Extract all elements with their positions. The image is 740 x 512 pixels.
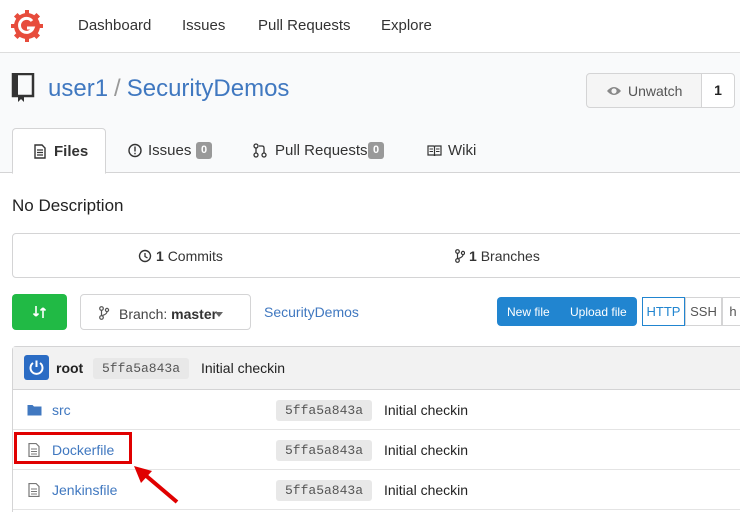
watch-count[interactable]: 1 (701, 73, 735, 108)
nav-explore[interactable]: Explore (381, 17, 432, 34)
breadcrumb-repo-link[interactable]: SecurityDemos (264, 304, 359, 320)
commits-count: 1 (156, 248, 164, 264)
repo-name-link[interactable]: SecurityDemos (127, 75, 290, 102)
repo-title-separator: / (114, 75, 121, 102)
issues-count-badge: 0 (196, 142, 212, 159)
branch-label: Branch: master (119, 306, 217, 322)
table-row: Jenkinsfile 5ffa5a843a Initial checkin (13, 470, 740, 510)
chevron-down-icon (215, 312, 223, 317)
pull-request-icon (253, 143, 267, 158)
tab-pull-requests[interactable]: Pull Requests 0 (244, 128, 394, 174)
file-name-link[interactable]: src (52, 402, 71, 418)
pull-requests-count-badge: 0 (368, 142, 384, 159)
repo-header: user1/SecurityDemos Unwatch 1 Files Issu… (0, 53, 740, 174)
unwatch-label: Unwatch (628, 83, 683, 99)
red-arrow-annotation (134, 466, 179, 504)
commit-message[interactable]: Initial checkin (384, 402, 468, 418)
commit-message[interactable]: Initial checkin (384, 482, 468, 498)
unwatch-button[interactable]: Unwatch (586, 73, 702, 108)
http-clone-button[interactable]: HTTP (642, 297, 685, 326)
table-row: src 5ffa5a843a Initial checkin (13, 390, 740, 430)
file-table: root 5ffa5a843a Initial checkin src 5ffa… (12, 346, 740, 512)
tab-wiki[interactable]: Wiki (418, 128, 488, 174)
commit-sha-button[interactable]: 5ffa5a843a (276, 440, 373, 461)
commits-stat-link[interactable]: 1 Commits (138, 248, 223, 264)
highlight-box (14, 432, 132, 464)
nav-dashboard[interactable]: Dashboard (78, 17, 151, 34)
avatar[interactable] (24, 355, 49, 380)
file-text-icon (34, 144, 46, 159)
file-text-icon (28, 483, 40, 497)
repo-owner-link[interactable]: user1 (48, 75, 108, 102)
repo-stats-bar: 1 Commits 1 Branches (12, 233, 740, 278)
latest-commit-header: root 5ffa5a843a Initial checkin (13, 347, 740, 390)
upload-file-button[interactable]: Upload file (570, 305, 627, 319)
tab-issues[interactable]: Issues 0 (118, 128, 218, 174)
file-name-link[interactable]: Jenkinsfile (52, 482, 117, 498)
ssh-clone-button[interactable]: SSH (685, 297, 722, 326)
commit-message[interactable]: Initial checkin (384, 442, 468, 458)
repo-description: No Description (12, 196, 124, 215)
tab-pull-requests-label: Pull Requests (275, 142, 368, 159)
tab-files[interactable]: Files (12, 128, 106, 174)
branch-icon (99, 306, 110, 320)
tab-wiki-label: Wiki (448, 142, 477, 159)
book-icon (427, 145, 442, 157)
tab-files-label: Files (54, 143, 89, 160)
compare-icon (32, 306, 47, 318)
branch-label-text: Branch: (119, 306, 168, 322)
new-file-button[interactable]: New file (507, 305, 550, 319)
power-icon (29, 360, 44, 375)
issue-opened-icon (128, 143, 142, 158)
nav-pull-requests[interactable]: Pull Requests (258, 17, 351, 34)
compare-button[interactable] (12, 294, 67, 330)
nav-issues[interactable]: Issues (182, 17, 225, 34)
commit-message: Initial checkin (201, 360, 286, 376)
repo-book-icon (11, 73, 35, 102)
commit-author[interactable]: root (56, 360, 83, 376)
folder-icon (27, 405, 42, 416)
branch-dropdown[interactable]: Branch: master (80, 294, 251, 330)
branches-stat-link[interactable]: 1 Branches (455, 248, 540, 264)
commit-sha-button[interactable]: 5ffa5a843a (276, 480, 373, 501)
commits-label: Commits (167, 248, 223, 264)
file-button-group: New file Upload file (497, 297, 637, 326)
commit-sha-button[interactable]: 5ffa5a843a (276, 400, 373, 421)
history-icon (138, 249, 152, 263)
branches-label: Branches (480, 248, 540, 264)
gogs-logo-icon[interactable] (11, 10, 43, 42)
branches-count: 1 (469, 248, 477, 264)
repo-title: user1/SecurityDemos (48, 75, 289, 103)
clone-url-input[interactable]: h (722, 297, 740, 326)
top-navbar: Dashboard Issues Pull Requests Explore (0, 0, 740, 53)
commit-sha-button[interactable]: 5ffa5a843a (93, 358, 190, 379)
tab-issues-label: Issues (148, 142, 192, 159)
branch-icon (455, 249, 465, 263)
branch-value: master (171, 306, 218, 322)
eye-icon (607, 87, 621, 95)
